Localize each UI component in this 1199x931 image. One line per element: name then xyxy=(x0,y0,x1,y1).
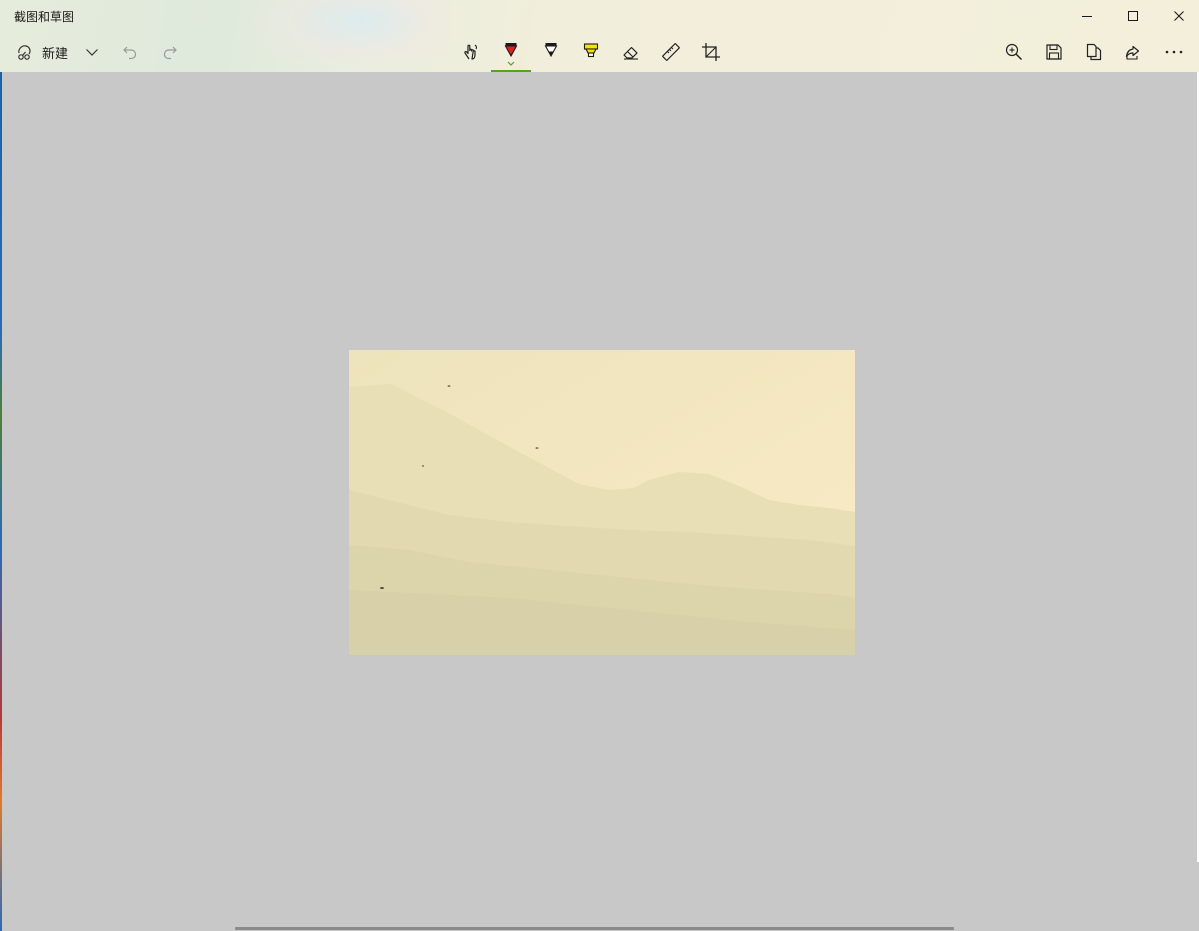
eraser-icon xyxy=(623,46,638,60)
undo-icon xyxy=(123,46,137,60)
highlighter-icon xyxy=(583,43,599,58)
highlighter-button[interactable] xyxy=(571,36,611,68)
title-toolbar-area: 截图和草图 新建 xyxy=(0,0,1199,72)
crop-button[interactable] xyxy=(691,36,731,68)
snip-and-sketch-window: 截图和草图 新建 xyxy=(0,0,1199,931)
undo-button[interactable] xyxy=(110,36,150,68)
touch-writing-icon xyxy=(464,44,478,60)
toolbar-left: 新建 xyxy=(10,36,190,68)
crop-icon xyxy=(702,43,720,61)
more-icon xyxy=(1165,50,1183,54)
maximize-button[interactable] xyxy=(1110,0,1156,32)
minimize-button[interactable] xyxy=(1064,0,1110,32)
pencil-icon xyxy=(544,43,558,58)
ballpoint-pen-button[interactable] xyxy=(491,36,531,72)
captured-image xyxy=(349,350,855,655)
redo-icon xyxy=(163,46,177,60)
chevron-down-icon xyxy=(86,49,98,56)
eraser-button[interactable] xyxy=(611,36,651,68)
pencil-button[interactable] xyxy=(531,36,571,68)
copy-icon xyxy=(1086,43,1102,61)
more-button[interactable] xyxy=(1154,36,1194,68)
new-dropdown-button[interactable] xyxy=(74,36,110,68)
snip-icon xyxy=(18,45,31,60)
share-icon xyxy=(1125,45,1140,60)
save-icon xyxy=(1046,44,1062,60)
zoom-icon xyxy=(1005,43,1022,60)
share-button[interactable] xyxy=(1114,36,1154,68)
close-button[interactable] xyxy=(1156,0,1199,32)
ballpoint-pen-icon xyxy=(504,43,518,58)
zoom-button[interactable] xyxy=(994,36,1034,68)
ruler-icon xyxy=(662,43,680,61)
new-button-label: 新建 xyxy=(42,46,69,62)
ruler-button[interactable] xyxy=(651,36,691,68)
active-tool-indicator xyxy=(491,70,531,72)
copy-button[interactable] xyxy=(1074,36,1114,68)
close-icon xyxy=(1174,11,1184,21)
new-snip-button[interactable]: 新建 xyxy=(10,36,74,68)
horizontal-scrollbar[interactable] xyxy=(235,927,954,930)
pen-options-chevron-icon xyxy=(507,61,515,66)
minimize-icon xyxy=(1082,16,1092,17)
toolbar-right xyxy=(994,36,1194,68)
window-title: 截图和草图 xyxy=(14,10,75,24)
save-button[interactable] xyxy=(1034,36,1074,68)
screenshot-canvas[interactable] xyxy=(349,350,855,655)
drawing-tools xyxy=(451,36,731,72)
maximize-icon xyxy=(1128,11,1138,21)
background-window-edge xyxy=(0,72,2,931)
touch-writing-button[interactable] xyxy=(451,36,491,68)
redo-button[interactable] xyxy=(150,36,190,68)
